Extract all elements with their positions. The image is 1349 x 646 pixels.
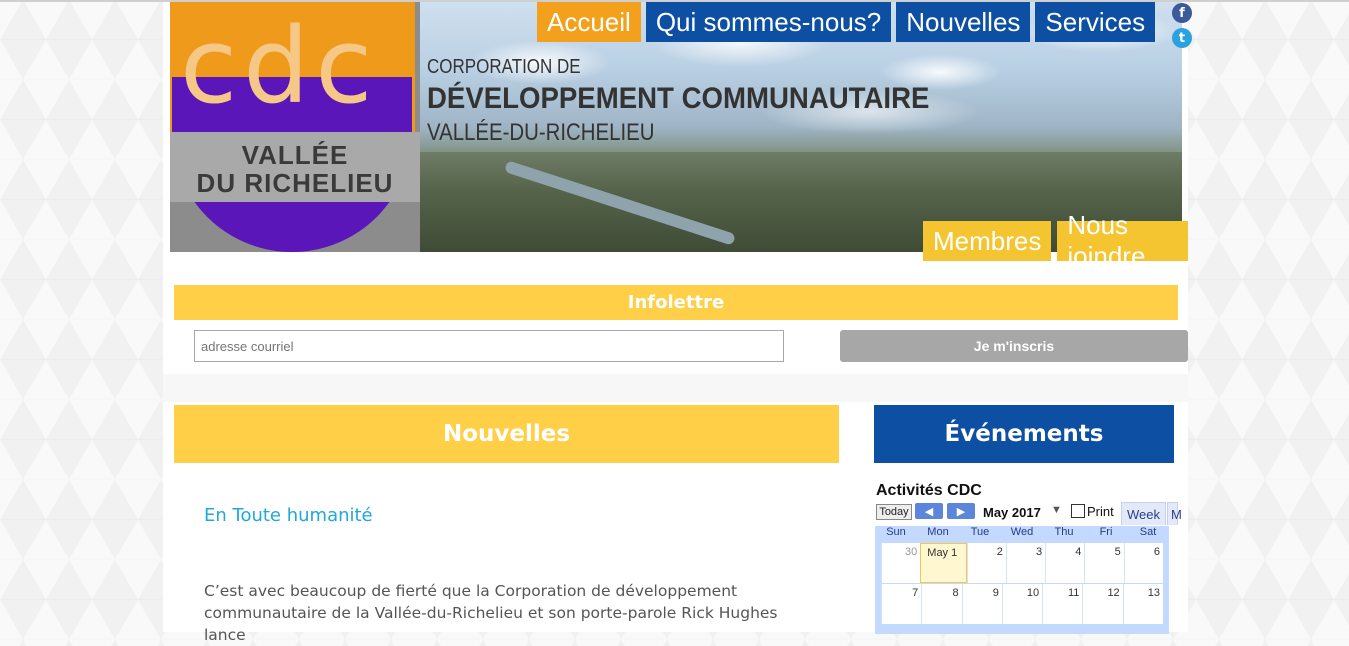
calendar-day[interactable]: 30: [881, 543, 921, 583]
tab-month[interactable]: M: [1167, 502, 1182, 525]
calendar-day[interactable]: 6: [1123, 543, 1163, 583]
calendar-day[interactable]: 13: [1122, 584, 1163, 624]
page-container: cdc VALLÉE DU RICHELIEU CORPORATION DE D…: [163, 2, 1192, 644]
section-divider: [163, 374, 1188, 402]
calendar-day[interactable]: 4: [1045, 543, 1085, 583]
twitter-icon[interactable]: t: [1172, 28, 1192, 48]
logo-line2: DU RICHELIEU: [196, 168, 394, 198]
calendar-day[interactable]: 11: [1042, 584, 1083, 624]
newsletter-title-bar: Infolettre: [174, 285, 1178, 320]
logo-mark: cdc: [180, 5, 379, 127]
news-heading: Nouvelles: [442, 421, 571, 447]
secondary-nav: Membres Nous joindre: [923, 210, 1188, 271]
main-nav: Accueil Qui sommes-nous? Nouvelles Servi…: [537, 2, 1156, 42]
weekday-label: Tue: [970, 526, 990, 538]
weekday-label: Mon: [927, 526, 949, 538]
nav-accueil[interactable]: Accueil: [537, 2, 641, 42]
print-label: Print: [1087, 504, 1114, 519]
calendar-day[interactable]: 2: [966, 543, 1006, 583]
calendar-week-row: 7 8 9 10 11 12 13: [881, 583, 1163, 624]
calendar-day[interactable]: 3: [1005, 543, 1046, 583]
weekday-label: Sun: [886, 526, 906, 538]
nav-nous-joindre[interactable]: Nous joindre: [1057, 210, 1188, 271]
calendar-toolbar: Today ◀ ▶ May 2017 ▼ Print Week M: [875, 500, 1182, 525]
prev-arrow-icon[interactable]: ◀: [915, 503, 943, 519]
month-dropdown-icon[interactable]: ▼: [1051, 504, 1062, 516]
calendar-title: Activités CDC: [876, 482, 982, 499]
weekday-label: Fri: [1099, 526, 1113, 538]
calendar-day[interactable]: 5: [1084, 543, 1124, 583]
weekday-header: Sun Mon Tue Wed Thu Fri Sat: [875, 526, 1169, 542]
nav-qui-sommes-nous[interactable]: Qui sommes-nous?: [645, 2, 892, 42]
org-name-line3: VALLÉE-DU-RICHELIEU: [427, 119, 655, 146]
facebook-icon[interactable]: f: [1172, 3, 1192, 23]
site-logo[interactable]: cdc VALLÉE DU RICHELIEU: [170, 2, 420, 252]
article-title-link[interactable]: En Toute humanité: [204, 505, 373, 526]
nav-membres[interactable]: Membres: [923, 221, 1052, 261]
email-input[interactable]: [194, 330, 784, 362]
next-arrow-icon[interactable]: ▶: [947, 503, 975, 519]
article-excerpt: C’est avec beaucoup de fierté que la Cor…: [204, 582, 778, 644]
tab-week[interactable]: Week: [1121, 502, 1166, 525]
calendar-day[interactable]: 7: [881, 584, 922, 624]
events-heading: Événements: [944, 421, 1104, 447]
newsletter-title: Infolettre: [627, 292, 725, 313]
weekday-label: Sat: [1139, 526, 1157, 538]
calendar-day-today[interactable]: May 1: [920, 543, 967, 583]
calendar-grid: Sun Mon Tue Wed Thu Fri Sat 30 May 1 2 3…: [875, 526, 1169, 634]
news-heading-bar: Nouvelles: [174, 405, 839, 463]
events-heading-bar: Événements: [874, 405, 1174, 463]
calendar-week-row: 30 May 1 2 3 4 5 6: [881, 542, 1163, 583]
printer-icon: [1071, 504, 1085, 518]
org-name-line1: CORPORATION DE: [427, 56, 581, 78]
weekday-label: Wed: [1010, 526, 1034, 538]
logo-line1: VALLÉE: [241, 140, 349, 170]
nav-services[interactable]: Services: [1035, 2, 1156, 42]
weekday-label: Thu: [1054, 526, 1074, 538]
org-name-line2: DÉVELOPPEMENT COMMUNAUTAIRE: [427, 82, 930, 115]
print-button[interactable]: Print: [1071, 504, 1114, 519]
nav-nouvelles[interactable]: Nouvelles: [896, 2, 1031, 42]
social-links: f t: [1172, 3, 1194, 53]
calendar-day[interactable]: 12: [1082, 584, 1123, 624]
calendar-day[interactable]: 10: [1001, 584, 1043, 624]
today-button[interactable]: Today: [876, 504, 912, 520]
calendar-day[interactable]: 8: [921, 584, 962, 624]
calendar-day[interactable]: 9: [961, 584, 1002, 624]
calendar-month: May 2017: [983, 505, 1041, 520]
org-name: CORPORATION DE DÉVELOPPEMENT COMMUNAUTAI…: [427, 54, 973, 148]
subscribe-button[interactable]: Je m'inscris: [840, 330, 1188, 362]
